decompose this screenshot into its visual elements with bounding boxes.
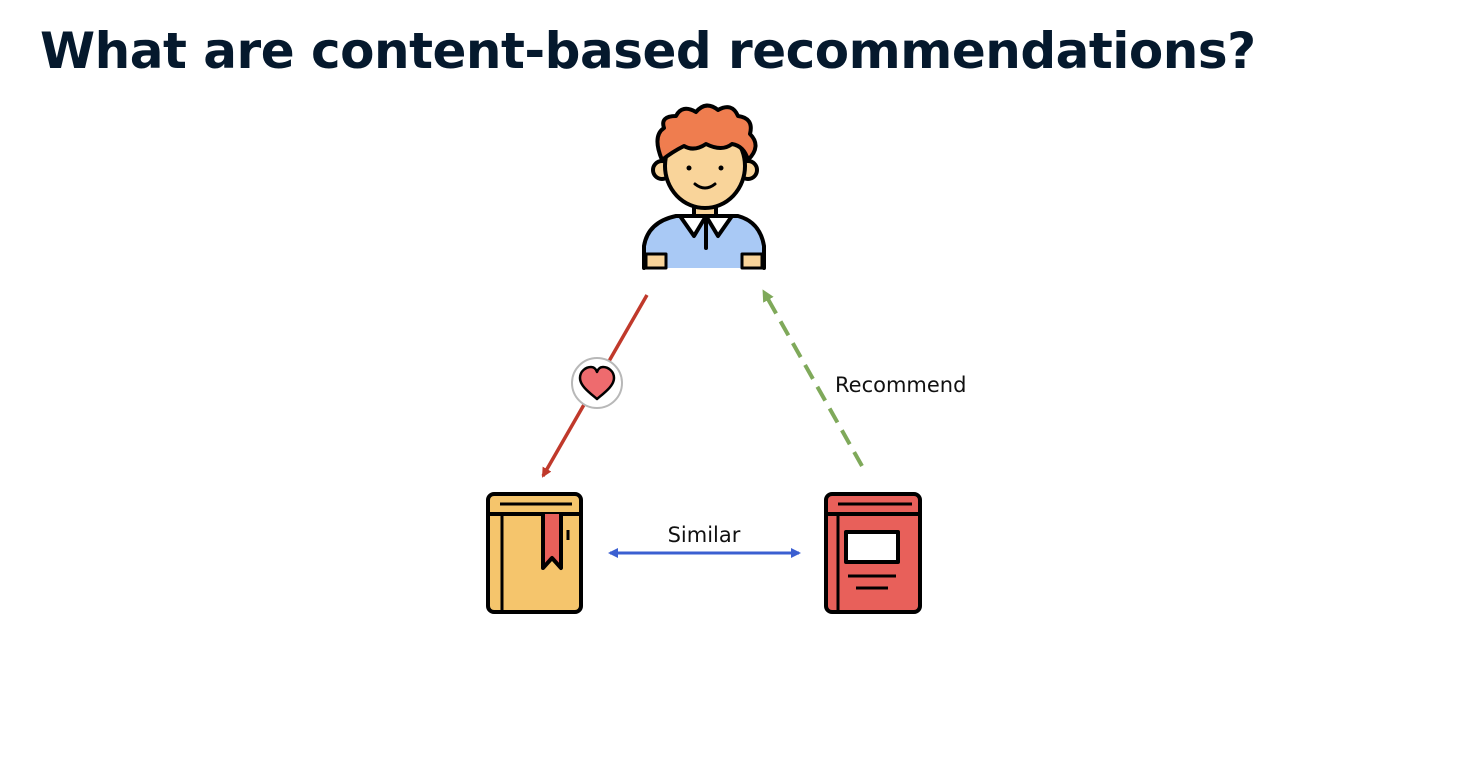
user-icon [642, 103, 766, 270]
heart-icon [571, 357, 623, 409]
recommend-label: Recommend [835, 373, 966, 397]
recommendation-diagram: Recommend Similar [486, 103, 966, 614]
red-book-icon [824, 492, 922, 614]
similar-label: Similar [668, 523, 741, 547]
yellow-book-icon [486, 492, 583, 614]
